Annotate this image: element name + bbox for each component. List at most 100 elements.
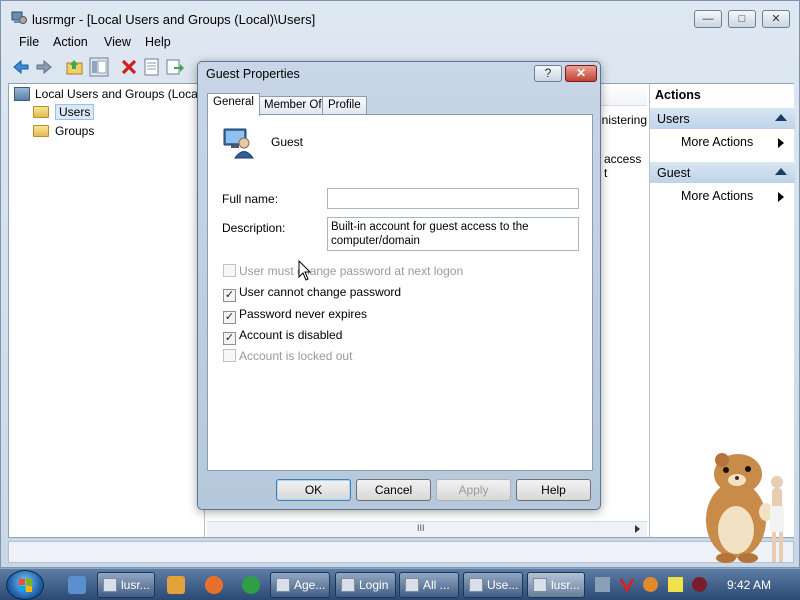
hamster-mascot-image — [706, 453, 784, 563]
account-disabled-checkbox[interactable]: ✓ Account is disabled — [223, 328, 343, 345]
tray-search-icon[interactable] — [643, 577, 658, 592]
menu-help[interactable]: Help — [145, 35, 171, 49]
actions-section-guest-label: Guest — [657, 166, 691, 180]
cancel-button[interactable]: Cancel — [356, 479, 431, 501]
menu-file[interactable]: File — [19, 35, 39, 49]
must-change-password-checkbox[interactable]: User must change password at next logon — [223, 264, 463, 278]
dialog-close-button[interactable]: ✕ — [565, 65, 597, 82]
menu-bar: File Action View Help — [1, 33, 799, 53]
paint-app-icon[interactable] — [205, 576, 223, 594]
taskbar-item-login[interactable]: Login — [335, 572, 396, 598]
collapse-caret-icon[interactable] — [775, 168, 787, 175]
tree-root-label: Local Users and Groups (Local) — [35, 87, 205, 101]
menu-action[interactable]: Action — [53, 35, 88, 49]
guest-properties-dialog: Guest Properties ? ✕ General Member Of P… — [197, 61, 601, 510]
media-player-icon[interactable] — [167, 576, 185, 594]
start-button[interactable] — [6, 570, 44, 600]
account-locked-out-checkbox[interactable]: Account is locked out — [223, 349, 352, 363]
tab-profile[interactable]: Profile — [322, 96, 367, 115]
separator — [222, 170, 579, 171]
show-hide-tree-icon[interactable] — [89, 57, 109, 77]
tray-network-icon[interactable] — [595, 577, 610, 592]
horizontal-scrollbar[interactable]: III — [207, 521, 647, 537]
app-icon — [103, 578, 117, 592]
taskbar-item-label: Age... — [294, 578, 326, 592]
full-name-label: Full name: — [222, 192, 279, 206]
show-desktop-icon[interactable] — [68, 576, 86, 594]
tab-general[interactable]: General — [207, 93, 260, 116]
list-cell-peek: access t — [604, 152, 642, 180]
checkbox-label: User cannot change password — [239, 285, 402, 299]
tray-media-icon[interactable] — [692, 577, 707, 592]
export-icon[interactable] — [165, 57, 185, 77]
folder-icon — [33, 125, 49, 137]
tray-notes-icon[interactable] — [668, 577, 683, 592]
password-never-expires-checkbox[interactable]: ✓ Password never expires — [223, 307, 367, 324]
title-bar[interactable]: lusrmgr - [Local Users and Groups (Local… — [1, 1, 799, 33]
status-bar — [8, 541, 794, 563]
taskbar-item-lusrmgr-2[interactable]: lusr... — [527, 572, 585, 598]
tree-root[interactable]: Local Users and Groups (Local) — [14, 87, 204, 101]
taskbar-item-label: Use... — [487, 578, 519, 592]
description-field[interactable]: Built-in account for guest access to the… — [327, 217, 579, 251]
mouse-pointer-icon — [298, 260, 312, 281]
dialog-title: Guest Properties — [206, 67, 300, 81]
taskbar-item-lusrmgr-1[interactable]: lusr... — [97, 572, 155, 598]
checkbox-box: ✓ — [223, 311, 236, 324]
more-actions-label: More Actions — [681, 135, 754, 149]
help-button[interactable]: Help — [516, 479, 591, 501]
actions-section-users[interactable]: Users — [650, 107, 795, 129]
back-arrow-icon[interactable] — [11, 57, 31, 77]
dialog-help-button[interactable]: ? — [534, 65, 562, 82]
cannot-change-password-checkbox[interactable]: ✓ User cannot change password — [223, 285, 402, 302]
tray-antivirus-icon[interactable] — [620, 577, 635, 592]
submenu-arrow-icon — [778, 192, 784, 202]
collapse-caret-icon[interactable] — [775, 114, 787, 121]
tree-item-users[interactable]: Users — [33, 104, 95, 120]
apply-button[interactable]: Apply — [436, 479, 511, 501]
taskbar-item-all[interactable]: All ... — [399, 572, 459, 598]
checkbox-label: Account is disabled — [239, 328, 343, 342]
ok-button[interactable]: OK — [276, 479, 351, 501]
general-tab-panel: Guest Full name: Description: Built-in a… — [207, 114, 593, 471]
app-icon — [341, 578, 355, 592]
computer-users-icon — [14, 87, 30, 101]
forward-arrow-icon[interactable] — [34, 57, 54, 77]
user-name: Guest — [271, 135, 304, 149]
taskbar-item-label: Login — [359, 578, 389, 592]
up-folder-icon[interactable] — [65, 57, 85, 77]
app-icon — [405, 578, 419, 592]
full-name-input[interactable] — [331, 192, 575, 204]
scroll-right-arrow-icon[interactable] — [635, 525, 640, 533]
properties-icon[interactable] — [142, 57, 162, 77]
taskbar-clock[interactable]: 9:42 AM — [727, 578, 771, 592]
description-label: Description: — [222, 221, 286, 235]
actions-section-users-label: Users — [657, 112, 690, 126]
delete-icon[interactable] — [119, 57, 139, 77]
menu-view[interactable]: View — [104, 35, 131, 49]
checkbox-box — [223, 349, 236, 362]
tree-item-users-label: Users — [55, 104, 95, 120]
submenu-arrow-icon — [778, 138, 784, 148]
folder-icon — [33, 106, 49, 118]
chrome-browser-icon[interactable] — [242, 576, 260, 594]
taskbar-item-age[interactable]: Age... — [270, 572, 330, 598]
more-actions-guest[interactable]: More Actions — [681, 189, 784, 203]
minimize-button[interactable]: — — [694, 10, 722, 28]
checkbox-label: Account is locked out — [239, 349, 353, 363]
taskbar-item-use[interactable]: Use... — [463, 572, 523, 598]
full-name-field[interactable] — [327, 188, 579, 209]
scrollbar-grip: III — [417, 523, 425, 533]
tree-item-groups[interactable]: Groups — [33, 124, 94, 138]
computer-management-icon — [11, 11, 27, 24]
maximize-button[interactable]: □ — [728, 10, 756, 28]
more-actions-users[interactable]: More Actions — [681, 135, 784, 149]
user-account-icon — [223, 128, 254, 159]
taskbar: lusr... Age... Login All ... Use... lusr… — [0, 568, 800, 600]
app-icon — [276, 578, 290, 592]
app-icon — [533, 578, 547, 592]
checkbox-box: ✓ — [223, 289, 236, 302]
actions-section-guest[interactable]: Guest — [650, 161, 795, 183]
tab-member-of[interactable]: Member Of — [258, 96, 328, 115]
close-button[interactable]: ✕ — [762, 10, 790, 28]
